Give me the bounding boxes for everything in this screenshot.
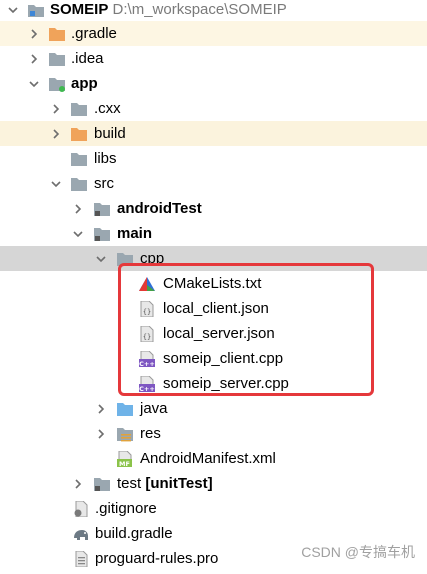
folder-orange-icon	[48, 26, 66, 42]
tree-item-label: .cxx	[94, 100, 121, 117]
svg-text:MF: MF	[119, 460, 130, 467]
tree-item-label: src	[94, 175, 114, 192]
tree-row-res[interactable]: res	[0, 421, 427, 446]
tree-row-gitignore[interactable]: .gitignore	[0, 496, 427, 521]
chevron-right-icon[interactable]	[29, 28, 39, 39]
folder-icon	[48, 51, 66, 67]
tree-row-test[interactable]: test [unitTest]	[0, 471, 427, 496]
folder-orange-icon	[70, 126, 88, 142]
tree-item-label: build.gradle	[95, 525, 173, 542]
chevron-down-icon[interactable]	[96, 254, 106, 264]
tree-row-androidmanifest[interactable]: MF AndroidManifest.xml	[0, 446, 427, 471]
annotation-highlight-box	[118, 263, 374, 396]
chevron-right-icon[interactable]	[73, 478, 83, 489]
source-folder-icon	[93, 201, 111, 217]
gradle-elephant-icon	[72, 526, 90, 542]
text-file-icon	[72, 550, 90, 567]
tree-row-cxx[interactable]: .cxx	[0, 96, 427, 121]
tree-row-gradle[interactable]: .gradle	[0, 21, 427, 46]
tree-row-java[interactable]: java	[0, 396, 427, 421]
chevron-right-icon[interactable]	[51, 103, 61, 114]
tree-row-idea[interactable]: .idea	[0, 46, 427, 71]
tree-item-label: app	[71, 75, 98, 92]
tree-row-build[interactable]: build	[0, 121, 427, 146]
project-folder-icon	[27, 2, 45, 18]
tree-item-label: .idea	[71, 50, 104, 67]
tree-item-suffix: [unitTest]	[145, 475, 213, 492]
source-folder-icon	[93, 476, 111, 492]
tree-row-project-root[interactable]: SOMEIP D:\m_workspace\SOMEIP	[0, 0, 427, 22]
chevron-right-icon[interactable]	[96, 428, 106, 439]
manifest-file-icon: MF	[116, 450, 134, 467]
tree-item-label: .gradle	[71, 25, 117, 42]
tree-row-libs[interactable]: libs	[0, 146, 427, 171]
source-folder-icon	[93, 226, 111, 242]
tree-item-label: test	[117, 475, 142, 492]
chevron-down-icon[interactable]	[29, 79, 39, 89]
folder-icon	[70, 151, 88, 167]
chevron-right-icon[interactable]	[96, 403, 106, 414]
tree-item-label: .gitignore	[95, 500, 157, 517]
module-folder-icon	[48, 76, 66, 92]
tree-item-label: libs	[94, 150, 117, 167]
chevron-down-icon[interactable]	[8, 5, 18, 15]
chevron-right-icon[interactable]	[51, 128, 61, 139]
project-name: SOMEIP	[50, 1, 109, 18]
folder-blue-icon	[116, 401, 134, 417]
tree-row-main[interactable]: main	[0, 221, 427, 246]
chevron-down-icon[interactable]	[73, 229, 83, 239]
tree-item-label: java	[140, 400, 168, 417]
chevron-right-icon[interactable]	[73, 203, 83, 214]
folder-icon	[70, 101, 88, 117]
tree-row-androidtest[interactable]: androidTest	[0, 196, 427, 221]
watermark: CSDN @专搞车机	[301, 544, 415, 560]
folder-icon	[70, 176, 88, 192]
tree-item-label: androidTest	[117, 200, 202, 217]
tree-row-src[interactable]: src	[0, 171, 427, 196]
tree-row-app[interactable]: app	[0, 71, 427, 96]
res-folder-icon	[116, 426, 134, 442]
tree-item-label: main	[117, 225, 153, 242]
tree-item-label: AndroidManifest.xml	[140, 450, 276, 467]
chevron-right-icon[interactable]	[29, 53, 39, 64]
chevron-down-icon[interactable]	[51, 179, 61, 189]
tree-item-label: build	[94, 125, 126, 142]
gitignore-file-icon	[72, 500, 90, 517]
project-path: D:\m_workspace\SOMEIP	[112, 1, 287, 18]
tree-item-label: res	[140, 425, 161, 442]
tree-item-label: proguard-rules.pro	[95, 550, 219, 567]
